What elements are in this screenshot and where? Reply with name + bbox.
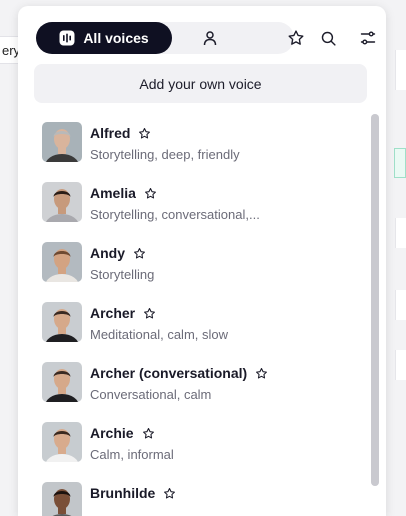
voice-description: Storytelling, conversational,... <box>90 207 260 222</box>
add-your-own-voice-button[interactable]: Add your own voice <box>34 64 367 103</box>
background-panel-edge <box>395 350 406 380</box>
voice-name: Amelia <box>90 185 157 201</box>
favorite-star-icon[interactable] <box>143 307 156 320</box>
voice-name-text: Archie <box>90 425 134 441</box>
voice-avatar <box>42 482 82 516</box>
filter-sliders-icon <box>360 31 376 45</box>
voice-name-text: Brunhilde <box>90 485 156 501</box>
voice-description: Meditational, calm, slow <box>90 327 228 342</box>
favorite-star-icon[interactable] <box>138 127 151 140</box>
voice-avatar <box>42 122 82 162</box>
voice-name: Andy <box>90 245 146 261</box>
background-panel-edge <box>395 50 406 90</box>
voice-picker-toolbar: All voices <box>36 22 376 54</box>
voice-item[interactable]: Archie Calm, informal <box>40 422 360 472</box>
all-voices-label: All voices <box>83 30 149 46</box>
voice-item[interactable]: Archer Meditational, calm, slow <box>40 302 360 352</box>
voice-name-text: Andy <box>90 245 125 261</box>
favorites-button[interactable] <box>280 22 312 54</box>
all-voices-tab[interactable]: All voices <box>36 22 172 54</box>
filter-button[interactable] <box>352 22 384 54</box>
voice-description: Storytelling <box>90 267 155 282</box>
search-icon <box>321 31 336 46</box>
voice-name: Archer (conversational) <box>90 365 268 381</box>
voice-item[interactable]: Alfred Storytelling, deep, friendly <box>40 122 360 172</box>
favorite-star-icon[interactable] <box>144 187 157 200</box>
user-icon <box>203 31 217 46</box>
favorite-star-icon[interactable] <box>163 487 176 500</box>
background-panel-edge <box>395 290 406 320</box>
voice-item[interactable]: Andy Storytelling <box>40 242 360 292</box>
voice-name: Archer <box>90 305 156 321</box>
favorite-star-icon[interactable] <box>142 427 155 440</box>
voice-description: Storytelling, deep, friendly <box>90 147 240 162</box>
voice-name: Archie <box>90 425 155 441</box>
voice-name: Brunhilde <box>90 485 176 501</box>
voice-avatar <box>42 302 82 342</box>
voice-item[interactable]: Brunhilde <box>40 482 360 516</box>
my-voices-tab[interactable] <box>192 22 228 54</box>
favorite-star-icon[interactable] <box>255 367 268 380</box>
scrollbar-thumb[interactable] <box>371 114 379 486</box>
voice-avatar <box>42 182 82 222</box>
voice-name-text: Amelia <box>90 185 136 201</box>
background-panel-edge <box>395 218 406 248</box>
voice-item[interactable]: Amelia Storytelling, conversational,... <box>40 182 360 232</box>
voice-name-text: Archer (conversational) <box>90 365 248 381</box>
voice-item[interactable]: Archer (conversational) Conversational, c… <box>40 362 360 412</box>
voice-name: Alfred <box>90 125 151 141</box>
star-icon <box>288 30 304 45</box>
background-panel-edge-highlight <box>394 148 406 178</box>
voice-list: Alfred Storytelling, deep, friendly Amelia… <box>18 110 370 516</box>
voice-avatar <box>42 362 82 402</box>
waveform-icon <box>59 30 75 46</box>
voice-name-text: Archer <box>90 305 136 321</box>
favorite-star-icon[interactable] <box>133 247 146 260</box>
voice-list-scrollbar[interactable] <box>371 114 379 486</box>
voice-name-text: Alfred <box>90 125 131 141</box>
voice-avatar <box>42 422 82 462</box>
search-button[interactable] <box>312 22 344 54</box>
voice-description: Conversational, calm <box>90 387 212 402</box>
voice-description: Calm, informal <box>90 447 174 462</box>
voice-picker-popover: All voices Add your own voice Alfred Sto… <box>18 6 386 516</box>
voice-avatar <box>42 242 82 282</box>
